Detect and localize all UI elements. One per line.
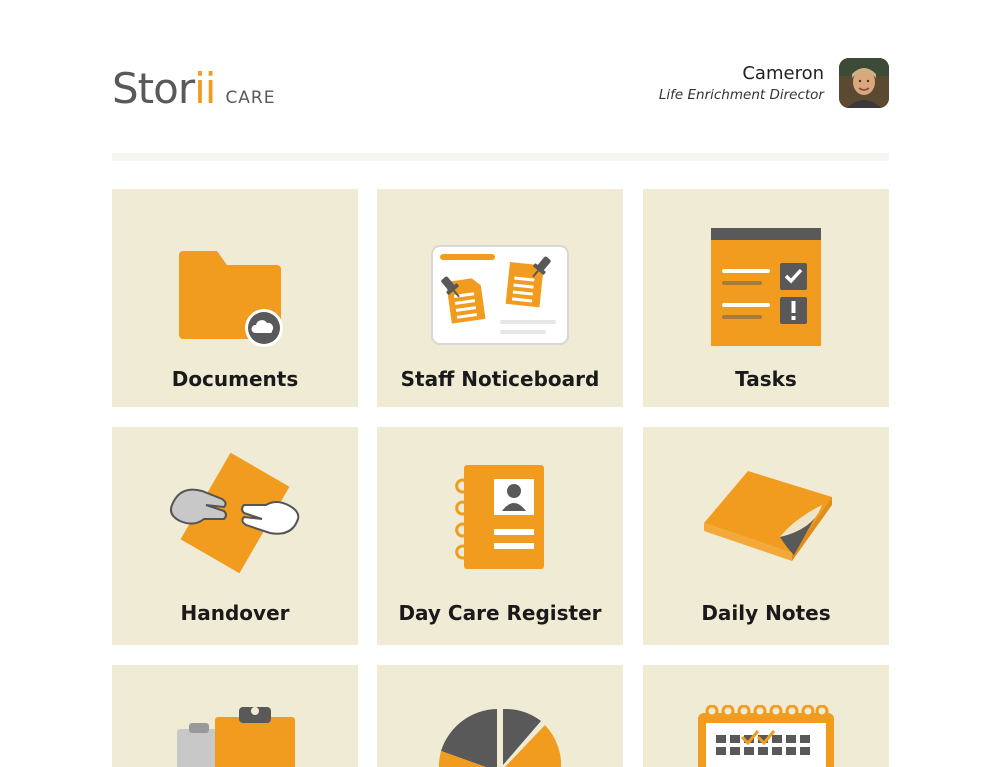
tile-label: Staff Noticeboard [400, 367, 600, 391]
folder-cloud-icon [178, 251, 283, 347]
tile-clipboards[interactable] [112, 665, 358, 767]
task-list-icon [711, 228, 821, 346]
tile-label: Daily Notes [701, 601, 831, 625]
logo-word: Stor [112, 64, 195, 113]
tile-documents[interactable]: Documents [112, 189, 358, 407]
tile-day-care-register[interactable]: Day Care Register [377, 427, 623, 645]
tile-tasks[interactable]: Tasks [643, 189, 889, 407]
tile-staff-noticeboard[interactable]: Staff Noticeboard [377, 189, 623, 407]
noticeboard-icon [431, 245, 569, 345]
tile-handover[interactable]: Handover [112, 427, 358, 645]
user-profile[interactable]: Cameron Life Enrichment Director [659, 58, 889, 108]
pie-chart-icon [439, 708, 561, 767]
tile-label: Day Care Register [398, 601, 602, 625]
logo-sub: CARE [225, 88, 276, 108]
tile-label: Tasks [735, 367, 797, 391]
tile-daily-notes[interactable]: Daily Notes [643, 427, 889, 645]
notepad-icon [704, 471, 832, 561]
app-header: Storii CARE Cameron Life Enrichment Dire… [112, 58, 889, 118]
user-role: Life Enrichment Director [658, 87, 824, 103]
storii-care-logo[interactable]: Storii CARE [112, 68, 276, 110]
calendar-icon [698, 705, 834, 767]
logo-i: ii [194, 64, 216, 113]
handover-icon [170, 453, 300, 574]
user-name: Cameron [742, 63, 824, 84]
avatar[interactable] [839, 58, 889, 108]
tile-label: Handover [180, 601, 290, 625]
tile-calendar[interactable] [643, 665, 889, 767]
tile-label: Documents [171, 367, 299, 391]
clipboards-icon [177, 707, 295, 767]
header-divider [112, 153, 889, 161]
register-book-icon [455, 465, 544, 569]
tile-reports[interactable] [377, 665, 623, 767]
